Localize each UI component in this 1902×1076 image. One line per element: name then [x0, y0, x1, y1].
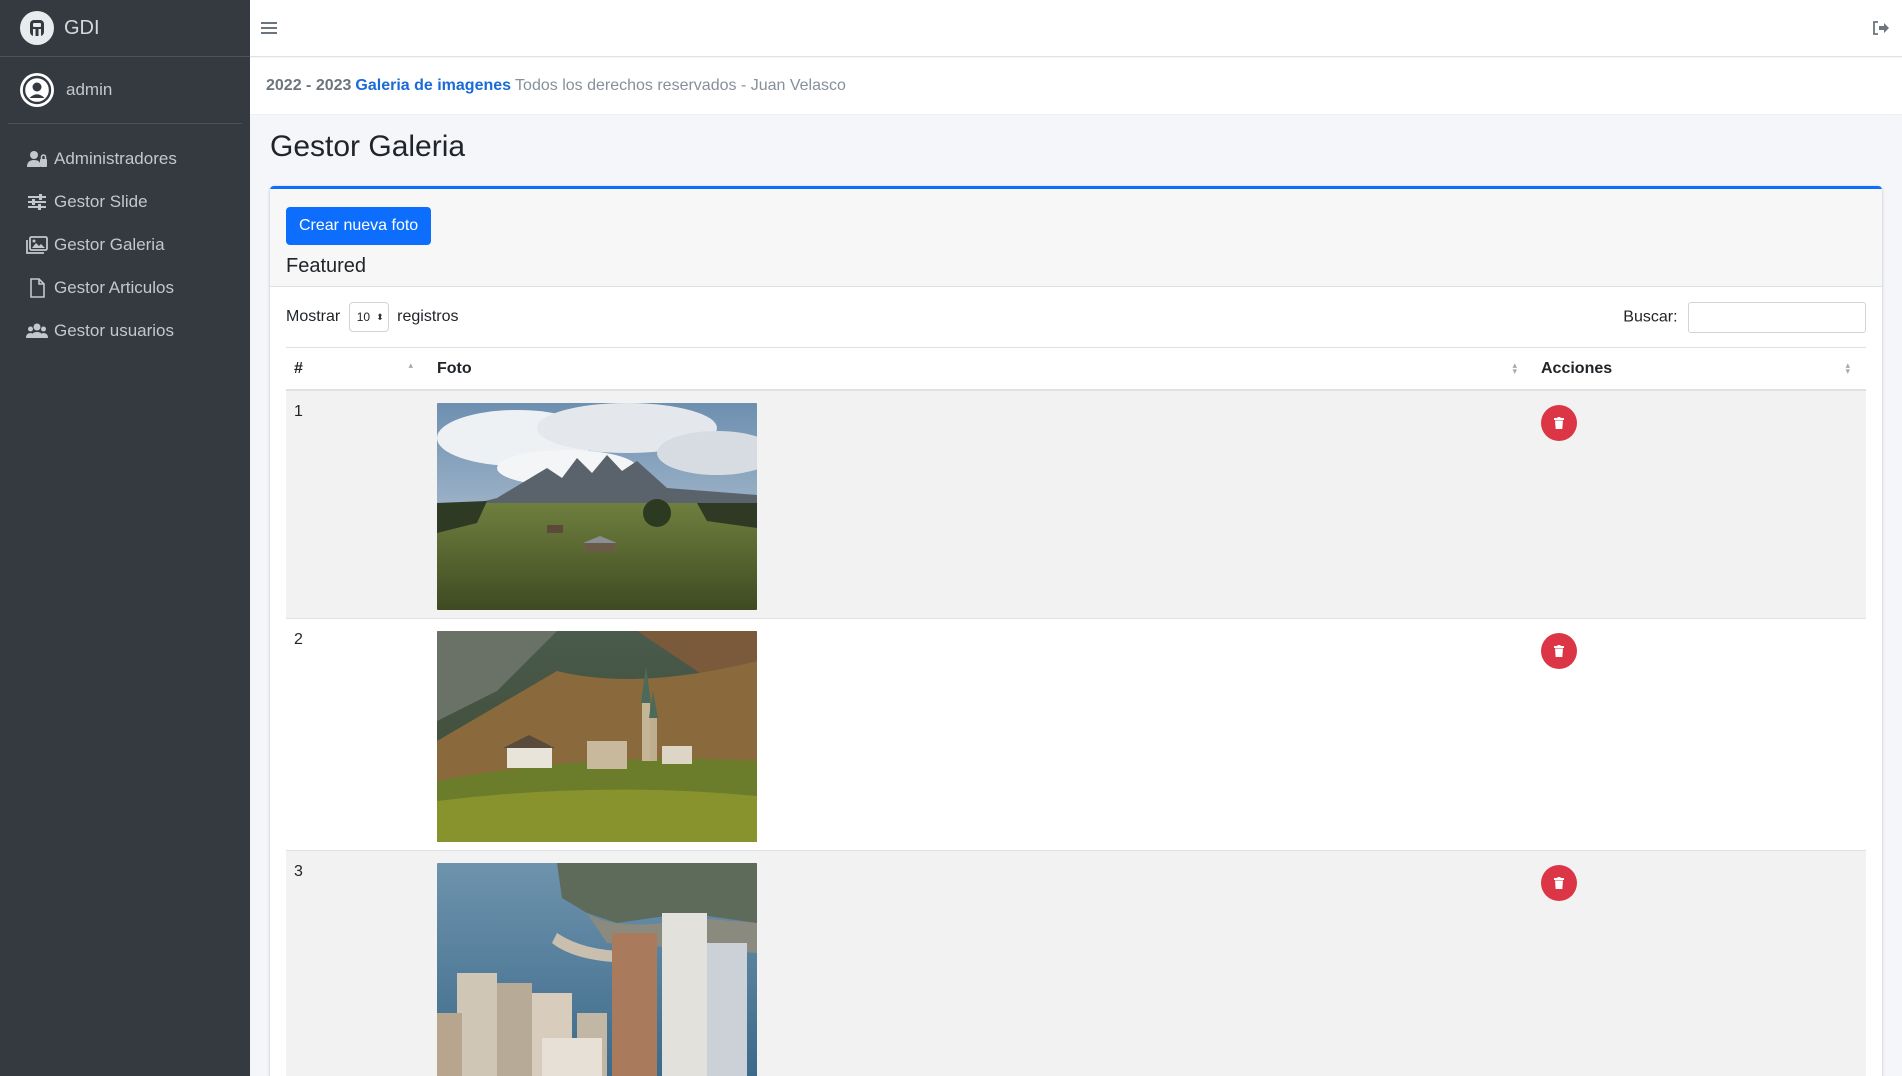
brand-logo-icon: [20, 11, 54, 45]
footer-rights: Todos los derechos reservados - Juan Vel…: [515, 77, 846, 94]
photo-cell: [429, 618, 1533, 851]
column-header-foto[interactable]: Foto ▴ ▾: [429, 348, 1533, 391]
sort-icon: ▴ ▾: [1512, 360, 1517, 376]
user-name: admin: [66, 80, 113, 99]
column-header-label: Acciones: [1541, 359, 1613, 377]
brand[interactable]: GDI: [0, 0, 250, 57]
sliders-icon: [26, 191, 48, 213]
table-header-row: # ▴ Foto ▴ ▾ Acciones ▴ ▾: [286, 348, 1866, 391]
sidebar-item-gestor-slide[interactable]: Gestor Slide: [0, 180, 250, 223]
length-select-value: 10: [356, 310, 371, 324]
card-title: Featured: [286, 255, 367, 277]
sidebar-item-gestor-usuarios[interactable]: Gestor usuarios: [0, 309, 250, 352]
actions-cell: [1533, 850, 1866, 1076]
photo-church-valley: [437, 631, 757, 842]
length-select[interactable]: 10 ⬍: [348, 302, 389, 332]
trash-icon: [1554, 417, 1564, 429]
brand-name: GDI: [64, 16, 100, 39]
sidebar-item-label: Administradores: [54, 148, 177, 168]
card-header: Crear nueva foto Featured: [270, 189, 1882, 287]
users-icon: [26, 320, 48, 342]
users-cog-icon: [26, 148, 48, 170]
records-label: registros: [397, 308, 459, 326]
trash-icon: [1554, 877, 1564, 889]
photo-cell: [429, 850, 1533, 1076]
table-row: 2: [286, 618, 1866, 851]
row-number: 3: [286, 850, 429, 1076]
delete-button[interactable]: [1541, 865, 1577, 901]
sidebar-item-gestor-articulos[interactable]: Gestor Articulos: [0, 266, 250, 309]
column-header-num[interactable]: # ▴: [286, 348, 429, 391]
sidebar: GDI admin Administradores Gestor Slide G…: [0, 0, 250, 1076]
photo-coastal-city: [437, 863, 757, 1076]
logout-icon[interactable]: [1868, 15, 1894, 41]
hamburger-menu-icon[interactable]: [256, 15, 282, 41]
sidebar-item-label: Gestor Slide: [54, 191, 148, 211]
create-photo-button[interactable]: Crear nueva foto: [286, 207, 432, 245]
sidebar-item-label: Gestor usuarios: [54, 320, 174, 340]
sidebar-item-label: Gestor Galeria: [54, 234, 165, 254]
row-number: 1: [286, 390, 429, 619]
column-header-acciones[interactable]: Acciones ▴ ▾: [1533, 348, 1866, 391]
trash-icon: [1554, 645, 1564, 657]
footer-credits: 2022 - 2023 Galeria de imagenes Todos lo…: [250, 58, 1902, 115]
delete-button[interactable]: [1541, 633, 1577, 669]
table-row: 1: [286, 390, 1866, 619]
datatable-controls: Mostrar 10 ⬍ registros Buscar:: [286, 287, 1866, 348]
actions-cell: [1533, 618, 1866, 851]
show-label: Mostrar: [286, 308, 341, 326]
search-input[interactable]: [1688, 301, 1866, 333]
table-row: 3: [286, 850, 1866, 1076]
photo-cell: [429, 390, 1533, 619]
sidebar-item-gestor-galeria[interactable]: Gestor Galeria: [0, 223, 250, 266]
search-control: Buscar:: [1623, 301, 1866, 333]
page-title: Gestor Galeria: [270, 130, 466, 163]
sidebar-nav: Administradores Gestor Slide Gestor Gale…: [0, 137, 250, 352]
sort-asc-icon: ▴: [408, 360, 413, 370]
footer-years: 2022 - 2023: [266, 77, 352, 94]
gallery-card: Crear nueva foto Featured Mostrar 10 ⬍ re…: [270, 186, 1882, 1076]
column-header-label: #: [294, 359, 303, 377]
sidebar-item-administradores[interactable]: Administradores: [0, 137, 250, 180]
file-icon: [26, 277, 48, 299]
sort-icon: ▴ ▾: [1845, 360, 1850, 376]
row-number: 2: [286, 618, 429, 851]
footer-link[interactable]: Galeria de imagenes: [355, 77, 511, 95]
sidebar-item-label: Gestor Articulos: [54, 277, 174, 297]
gallery-table: # ▴ Foto ▴ ▾ Acciones ▴ ▾ 1 2 3: [286, 348, 1866, 1076]
top-navbar: [250, 0, 1902, 57]
card-body: Mostrar 10 ⬍ registros Buscar: # ▴ Foto ▴ ▾ …: [270, 287, 1882, 1076]
user-panel[interactable]: admin: [8, 57, 242, 124]
delete-button[interactable]: [1541, 405, 1577, 441]
photo-mountain-meadow: [437, 403, 757, 610]
search-label: Buscar:: [1623, 308, 1678, 326]
length-control: Mostrar 10 ⬍ registros: [286, 302, 459, 332]
user-avatar-icon: [20, 73, 54, 107]
images-icon: [26, 234, 48, 256]
column-header-label: Foto: [437, 359, 472, 377]
actions-cell: [1533, 390, 1866, 619]
select-arrows-icon: ⬍: [376, 312, 384, 322]
